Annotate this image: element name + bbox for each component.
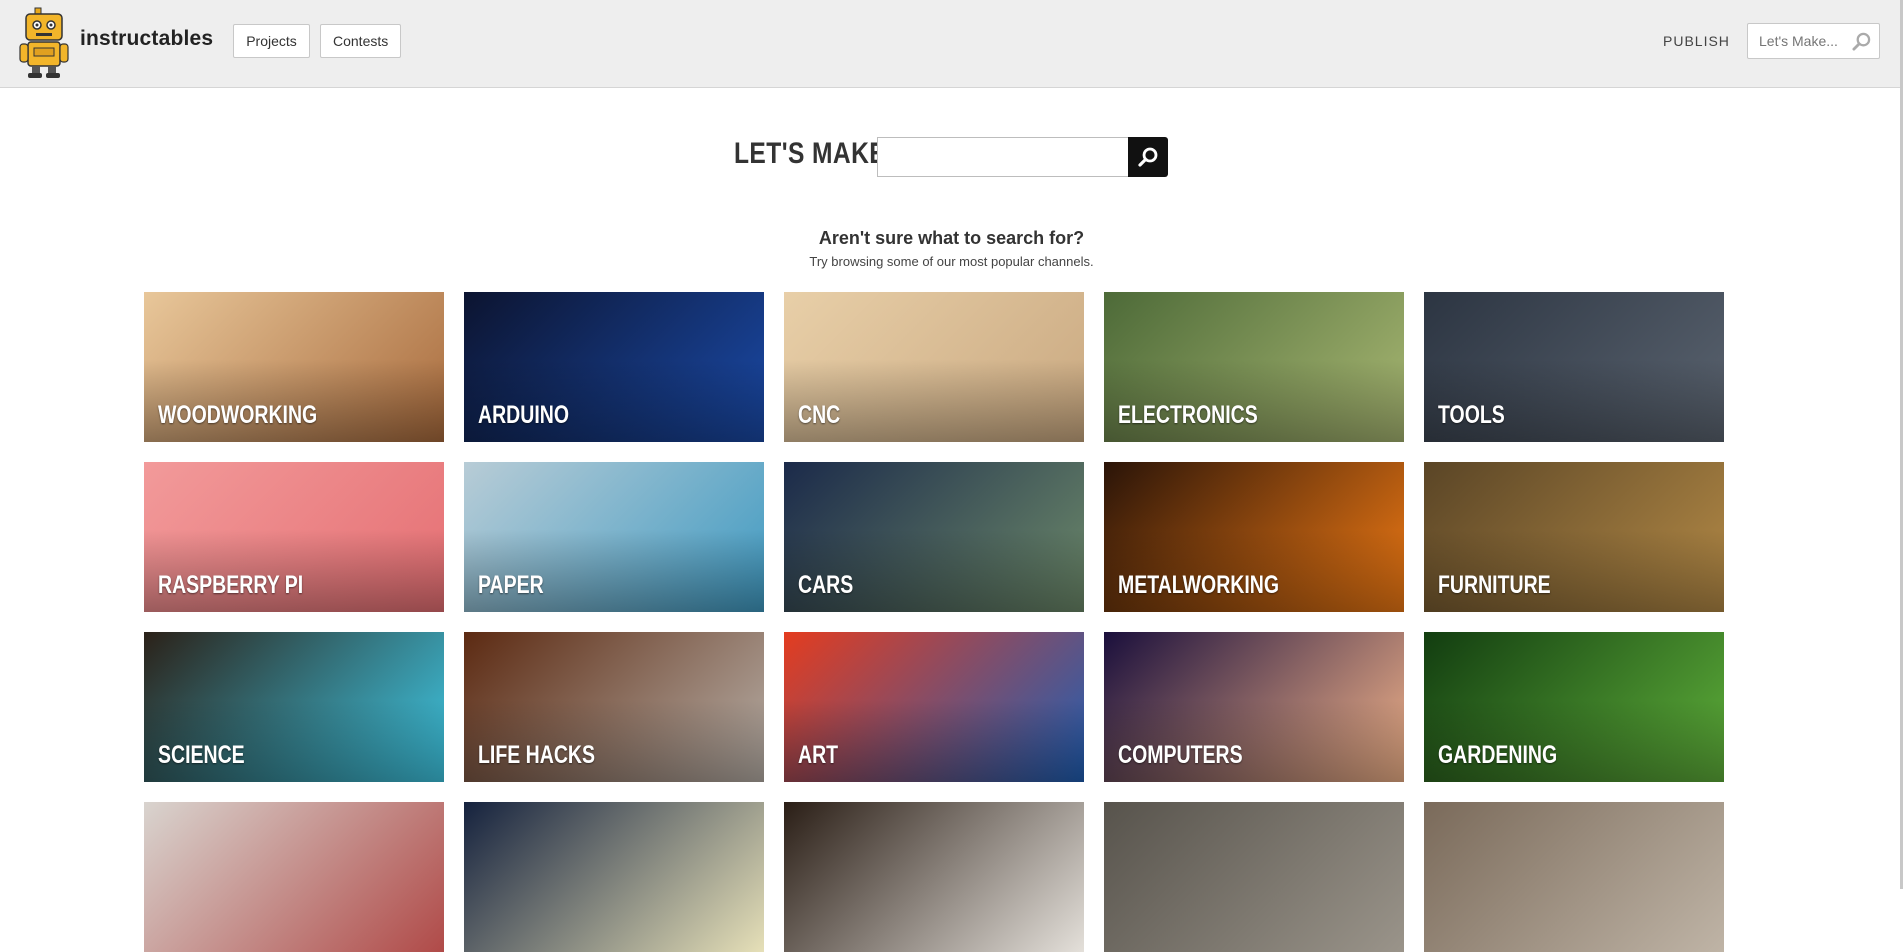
channel-image [1104, 802, 1404, 952]
lets-make-search-input[interactable] [877, 137, 1129, 177]
channel-label: ARDUINO [478, 401, 570, 429]
channel-tile-paper[interactable]: PAPER [464, 462, 764, 612]
channel-label: METALWORKING [1118, 571, 1280, 599]
channel-label: LIFE HACKS [478, 741, 595, 769]
channel-label: ART [798, 741, 839, 769]
channel-label: ELECTRONICS [1118, 401, 1258, 429]
channel-tile-computers[interactable]: COMPUTERS [1104, 632, 1404, 782]
lets-make-search: LET'S MAKE: [0, 135, 1903, 181]
channel-tile-arduino[interactable]: ARDUINO [464, 292, 764, 442]
channel-label: COMPUTERS [1118, 741, 1243, 769]
channel-label: FURNITURE [1438, 571, 1551, 599]
projects-button[interactable]: Projects [233, 24, 310, 58]
channel-tile-art[interactable]: ART [784, 632, 1084, 782]
channel-tile-electronics[interactable]: ELECTRONICS [1104, 292, 1404, 442]
channel-image [464, 802, 764, 952]
channel-image [784, 802, 1084, 952]
search-icon [1138, 147, 1158, 167]
brand-name[interactable]: instructables [80, 27, 213, 51]
channel-tile-pets[interactable] [784, 802, 1084, 952]
channel-label: SCIENCE [158, 741, 245, 769]
channel-label: CARS [798, 571, 854, 599]
channel-label: WOODWORKING [158, 401, 318, 429]
contests-button[interactable]: Contests [320, 24, 401, 58]
channel-tile-cars[interactable]: CARS [784, 462, 1084, 612]
lets-make-search-button[interactable] [1128, 137, 1168, 177]
channel-label: CNC [798, 401, 841, 429]
channel-label: PAPER [478, 571, 544, 599]
top-navigation-bar: instructables Projects Contests PUBLISH [0, 0, 1903, 88]
header-search-box [1747, 23, 1880, 59]
header-search-input[interactable] [1748, 24, 1848, 58]
channel-tile-furniture[interactable]: FURNITURE [1424, 462, 1724, 612]
channel-tile-tools[interactable]: TOOLS [1424, 292, 1724, 442]
channel-label: RASPBERRY PI [158, 571, 304, 599]
channel-tile-measuring[interactable] [1424, 802, 1724, 952]
lets-make-heading: LET'S MAKE: [734, 137, 895, 170]
channel-tile-life-hacks[interactable]: LIFE HACKS [464, 632, 764, 782]
browse-prompt-subtitle: Try browsing some of our most popular ch… [809, 254, 1094, 269]
publish-link[interactable]: PUBLISH [1663, 33, 1730, 49]
channel-tile-metalworking[interactable]: METALWORKING [1104, 462, 1404, 612]
channel-tile-woodworking[interactable]: WOODWORKING [144, 292, 444, 442]
channel-image [144, 802, 444, 952]
channel-label: GARDENING [1438, 741, 1558, 769]
channel-tile-science[interactable]: SCIENCE [144, 632, 444, 782]
channel-tile-gardening[interactable]: GARDENING [1424, 632, 1724, 782]
search-icon[interactable] [1852, 32, 1871, 51]
browse-prompt-title: Aren't sure what to search for? [818, 228, 1085, 248]
channel-label: TOOLS [1438, 401, 1505, 429]
channel-tile-raspberry-pi[interactable]: RASPBERRY PI [144, 462, 444, 612]
channel-image [1424, 802, 1724, 952]
channel-tile-sewing[interactable] [144, 802, 444, 952]
channel-tile-cnc[interactable]: CNC [784, 292, 1084, 442]
channel-tile-knives[interactable] [1104, 802, 1404, 952]
instructables-robot-logo[interactable] [18, 6, 74, 80]
channel-tile-camping[interactable] [464, 802, 764, 952]
